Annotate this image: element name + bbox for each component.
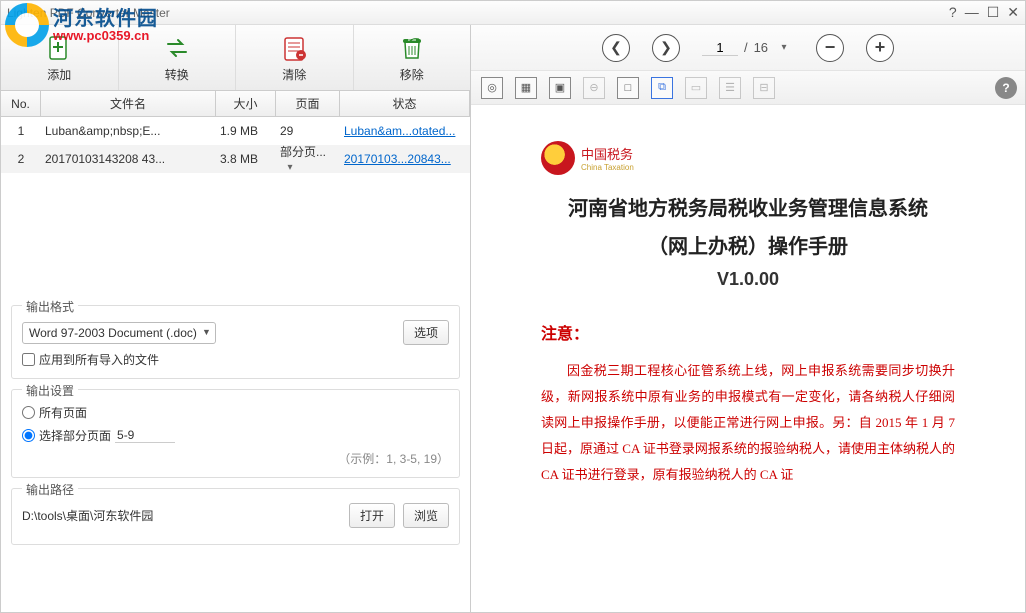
right-pane: ❮ ❯ / 16 ▾ − + ◎ ▦ ▣ ⊖ □ ⧉ ▭ ☰: [471, 25, 1025, 612]
browse-button[interactable]: 浏览: [403, 503, 449, 528]
page-range-input[interactable]: [115, 428, 175, 443]
maximize-icon[interactable]: ☐: [987, 4, 1000, 21]
cell-name: 20170103143208 43...: [41, 152, 216, 166]
th-no[interactable]: No.: [1, 91, 41, 116]
cell-size: 3.8 MB: [216, 152, 276, 166]
doc-logo: 中国税务 China Taxation: [541, 141, 955, 175]
preview-toolbar: ◎ ▦ ▣ ⊖ □ ⧉ ▭ ☰ ⊟ ?: [471, 71, 1025, 105]
minimize-icon[interactable]: —: [965, 4, 979, 21]
zoom-out-button[interactable]: −: [816, 34, 844, 62]
cell-size: 1.9 MB: [216, 124, 276, 138]
document-page: 中国税务 China Taxation 河南省地方税务局税收业务管理信息系统 （…: [513, 123, 983, 506]
options-button[interactable]: 选项: [403, 320, 449, 345]
convert-label: 转换: [165, 66, 189, 83]
table-row[interactable]: 2 20170103143208 43... 3.8 MB 部分页...▾ 20…: [1, 145, 470, 173]
select-pages-input[interactable]: [22, 429, 35, 442]
output-settings-legend: 输出设置: [22, 382, 78, 399]
convert-icon: [161, 32, 193, 64]
output-path-legend: 输出路径: [22, 481, 78, 498]
trash-icon: [396, 32, 428, 64]
preview-area[interactable]: 中国税务 China Taxation 河南省地方税务局税收业务管理信息系统 （…: [471, 105, 1025, 612]
add-label: 添加: [47, 66, 71, 83]
format-select[interactable]: Word 97-2003 Document (.doc): [22, 322, 216, 344]
select-pages-radio[interactable]: 选择部分页面: [22, 427, 449, 444]
th-status[interactable]: 状态: [340, 91, 470, 116]
chevron-down-icon[interactable]: ▾: [280, 160, 300, 176]
tool-frame-icon[interactable]: □: [617, 77, 639, 99]
cell-pages: 29: [276, 124, 340, 138]
page-range-example: （示例：1, 3-5, 19）: [22, 450, 449, 467]
titlebar: 河东软件园 www.pc0359.cn Lighten PDF Converte…: [1, 1, 1025, 25]
logo-sub: China Taxation: [581, 163, 634, 172]
tool-circle-minus-icon[interactable]: ⊖: [583, 77, 605, 99]
close-icon[interactable]: ✕: [1007, 4, 1019, 21]
th-pages[interactable]: 页面: [276, 91, 340, 116]
cell-pages: 部分页...: [280, 145, 326, 159]
window-title: Lighten PDF Converter Master: [7, 6, 949, 20]
chevron-down-icon[interactable]: ▾: [774, 40, 794, 56]
doc-note-label: 注意：: [541, 320, 955, 344]
cell-no: 2: [1, 152, 41, 166]
logo-text: 中国税务: [581, 144, 634, 163]
format-selected: Word 97-2003 Document (.doc): [29, 326, 197, 340]
output-format-group: 输出格式 Word 97-2003 Document (.doc) 选项 应用到…: [11, 305, 460, 379]
tool-box-minus-icon[interactable]: ⊟: [753, 77, 775, 99]
doc-title-l1: 河南省地方税务局税收业务管理信息系统: [541, 193, 955, 225]
help-icon[interactable]: ?: [949, 4, 957, 21]
clear-button[interactable]: 清除: [236, 25, 354, 90]
th-name[interactable]: 文件名: [41, 91, 216, 116]
output-path-group: 输出路径 打开 浏览: [11, 488, 460, 545]
add-icon: [43, 32, 75, 64]
doc-version: V1.0.00: [541, 269, 955, 290]
doc-title-l2: （网上办税）操作手册: [541, 231, 955, 263]
clear-label: 清除: [282, 66, 306, 83]
help-button[interactable]: ?: [995, 77, 1017, 99]
tool-grid-icon[interactable]: ▦: [515, 77, 537, 99]
cell-status-link[interactable]: 20170103...20843...: [340, 152, 470, 166]
prev-page-button[interactable]: ❮: [602, 34, 630, 62]
apply-all-checkbox[interactable]: 应用到所有导入的文件: [22, 351, 449, 368]
convert-button[interactable]: 转换: [119, 25, 237, 90]
open-button[interactable]: 打开: [349, 503, 395, 528]
cell-status-link[interactable]: Luban&am...otated...: [340, 124, 470, 138]
left-pane: 添加 转换 清除 移除: [1, 25, 471, 612]
page-total: 16: [754, 40, 768, 55]
tool-rows-icon[interactable]: ☰: [719, 77, 741, 99]
add-button[interactable]: 添加: [1, 25, 119, 90]
tax-logo-icon: [541, 141, 575, 175]
all-pages-input[interactable]: [22, 406, 35, 419]
remove-button[interactable]: 移除: [354, 25, 471, 90]
preview-nav: ❮ ❯ / 16 ▾ − +: [471, 25, 1025, 71]
tool-crop-icon[interactable]: ⧉: [651, 77, 673, 99]
remove-label: 移除: [400, 66, 424, 83]
page-number-input[interactable]: [702, 40, 738, 56]
tool-rect-minus-icon[interactable]: ▭: [685, 77, 707, 99]
output-settings-group: 输出设置 所有页面 选择部分页面 （示例：1, 3-5, 19）: [11, 389, 460, 478]
clear-icon: [278, 32, 310, 64]
table-row[interactable]: 1 Luban&amp;nbsp;E... 1.9 MB 29 Luban&am…: [1, 117, 470, 145]
select-pages-label: 选择部分页面: [39, 427, 111, 444]
output-path-input[interactable]: [22, 509, 341, 523]
th-size[interactable]: 大小: [216, 91, 276, 116]
zoom-in-button[interactable]: +: [866, 34, 894, 62]
doc-body: 因金税三期工程核心征管系统上线，网上申报系统需要同步切换升级，新网报系统中原有业…: [541, 358, 955, 488]
table-body: 1 Luban&amp;nbsp;E... 1.9 MB 29 Luban&am…: [1, 117, 470, 297]
cell-name: Luban&amp;nbsp;E...: [41, 124, 216, 138]
page-slash: /: [744, 40, 748, 55]
apply-all-input[interactable]: [22, 353, 35, 366]
all-pages-label: 所有页面: [39, 404, 87, 421]
output-format-legend: 输出格式: [22, 298, 78, 315]
apply-all-label: 应用到所有导入的文件: [39, 351, 159, 368]
next-page-button[interactable]: ❯: [652, 34, 680, 62]
all-pages-radio[interactable]: 所有页面: [22, 404, 449, 421]
main-toolbar: 添加 转换 清除 移除: [1, 25, 470, 91]
tool-image-icon[interactable]: ▣: [549, 77, 571, 99]
table-header: No. 文件名 大小 页面 状态: [1, 91, 470, 117]
tool-marquee-icon[interactable]: ◎: [481, 77, 503, 99]
cell-no: 1: [1, 124, 41, 138]
